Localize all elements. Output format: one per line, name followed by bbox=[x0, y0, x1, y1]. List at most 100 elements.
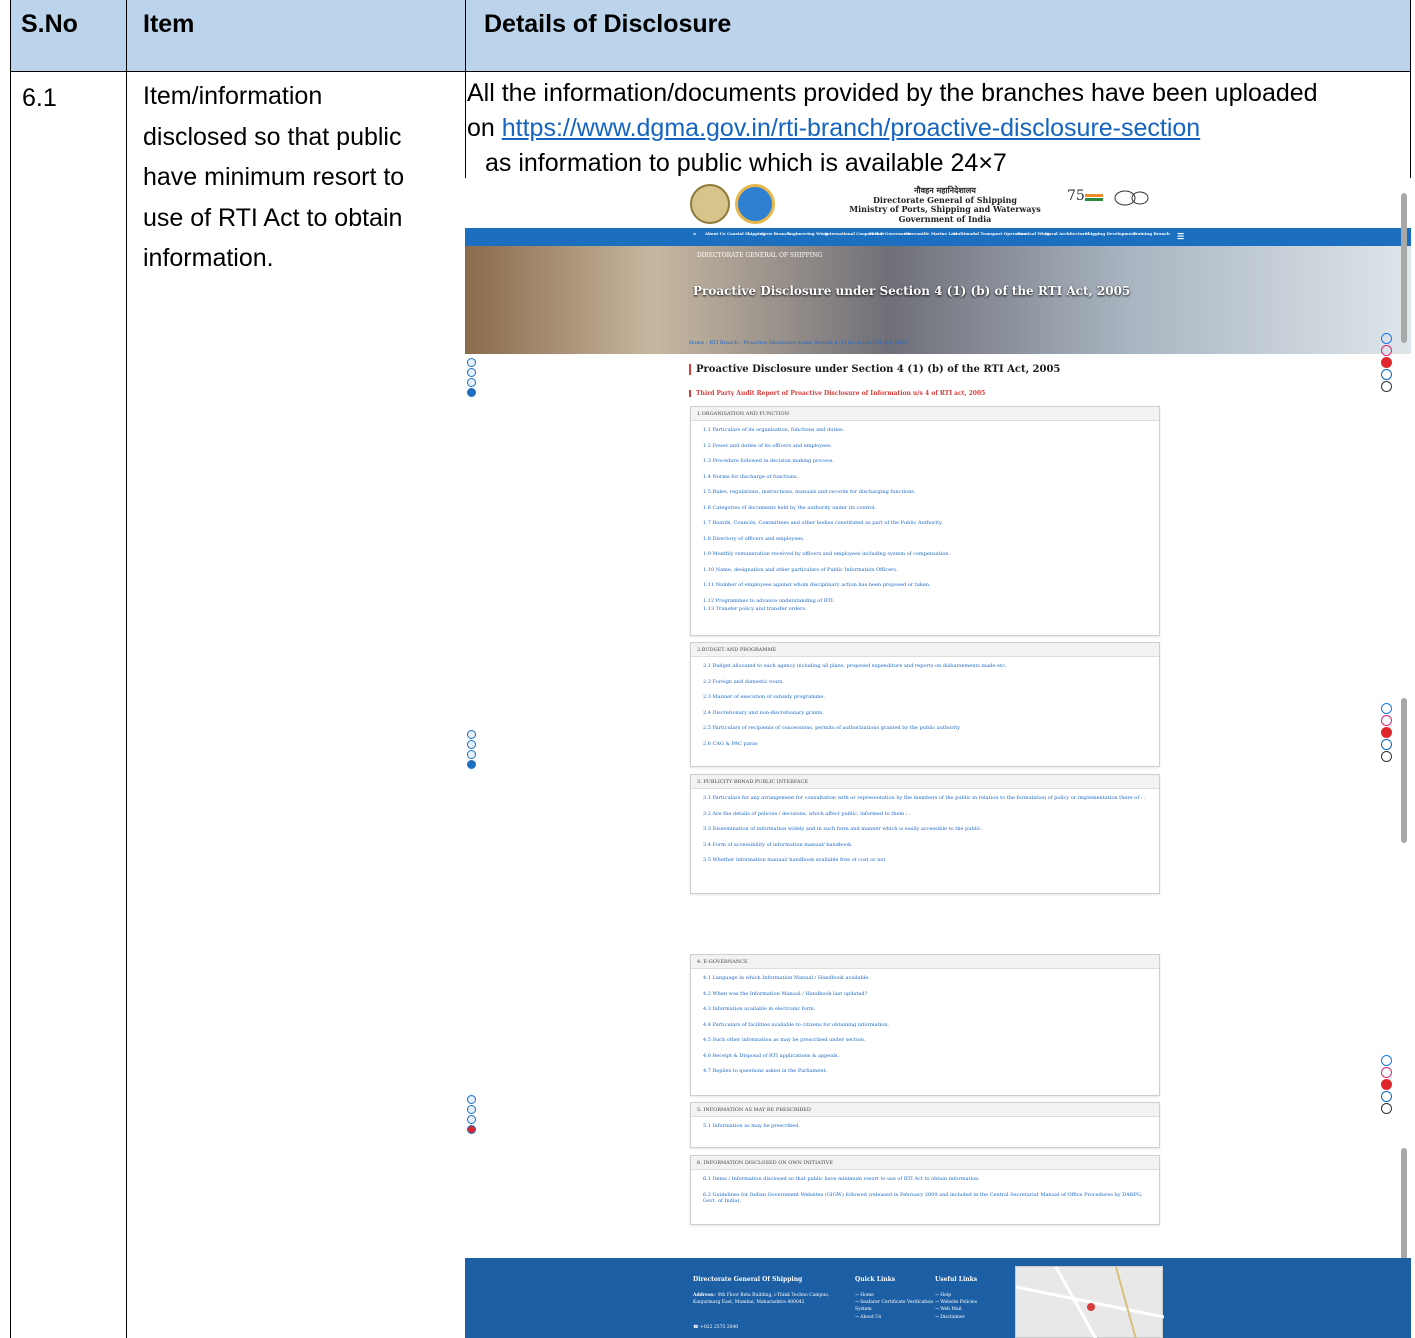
globe-icon[interactable] bbox=[467, 1115, 476, 1124]
instagram-icon[interactable] bbox=[1381, 715, 1392, 726]
linkedin-icon[interactable] bbox=[1381, 1091, 1392, 1102]
disclosure-link[interactable]: 2.5 Particulars of recipients of concess… bbox=[703, 725, 1147, 732]
disclosure-link[interactable]: 1.11 Number of employees against whom di… bbox=[703, 582, 1147, 589]
disclosure-link[interactable]: 2.1 Budget allocated to each agency incl… bbox=[703, 663, 1147, 670]
globe-icon[interactable] bbox=[467, 750, 476, 759]
facebook-icon[interactable] bbox=[1381, 703, 1392, 714]
scrollbar-thumb[interactable] bbox=[1401, 698, 1407, 843]
disclosure-link[interactable]: 3.1 Particulars for any arrangement for … bbox=[703, 795, 1147, 802]
disclosure-link[interactable]: 4.4 Particulars of facilities available … bbox=[703, 1022, 1147, 1029]
nav-item[interactable]: Shipping Development bbox=[1085, 231, 1136, 236]
x-icon[interactable] bbox=[1381, 381, 1392, 392]
disclosure-link[interactable]: 1.1 Particulars of its organisation, fun… bbox=[703, 427, 1147, 434]
section-egovernance: 4. E-GOVERNANCE 4.1 Language in which In… bbox=[690, 954, 1160, 1096]
footer-link[interactable]: → Help bbox=[935, 1292, 977, 1299]
disclosure-link[interactable]: 3.3 Dissemination of information widely … bbox=[703, 826, 1147, 833]
facebook-icon[interactable] bbox=[1381, 1055, 1392, 1066]
facebook-icon[interactable] bbox=[1381, 333, 1392, 344]
disclosure-link[interactable]: 1.12 Programmes to advance understanding… bbox=[703, 598, 1147, 605]
contrast-icon[interactable] bbox=[467, 388, 476, 397]
disclosure-link[interactable]: 5.1 Information as may be prescribed. bbox=[703, 1123, 1147, 1130]
disclosure-link[interactable]: 1.2 Power and duties of its officers and… bbox=[703, 443, 1147, 450]
contrast-icon[interactable] bbox=[467, 1125, 476, 1134]
disclosure-link[interactable]: 3.2 Are the details of policies / decisi… bbox=[703, 811, 1147, 818]
disclosure-link[interactable]: 2.4 Discretionary and non-discretionary … bbox=[703, 710, 1147, 717]
detail-line-1: All the information/documents provided b… bbox=[467, 79, 1318, 107]
disclosure-link[interactable]: 1.7 Boards, Councils, Committees and oth… bbox=[703, 520, 1147, 527]
disclosure-link[interactable]: 4.5 Such other information as may be pre… bbox=[703, 1037, 1147, 1044]
audit-report-link[interactable]: Third Party Audit Report of Proactive Di… bbox=[689, 390, 985, 397]
scrollbar-thumb[interactable] bbox=[1401, 193, 1407, 343]
disclosure-link[interactable]: 2.2 Foreign and domestic tours. bbox=[703, 679, 1147, 686]
nav-item[interactable]: Coastal Shipping bbox=[727, 231, 765, 236]
nav-item[interactable]: Mercantile Marine Law bbox=[905, 231, 957, 236]
footer-link[interactable]: → Disclaimer bbox=[935, 1314, 977, 1321]
section-own-initiative: 6. INFORMATION DISCLOSED ON OWN INITIATI… bbox=[690, 1155, 1160, 1225]
header-sno: S.No bbox=[21, 10, 78, 38]
section-prescribed: 5. INFORMATION AS MAY BE PRESCRIBED 5.1 … bbox=[690, 1102, 1160, 1148]
globe-icon[interactable] bbox=[467, 378, 476, 387]
nav-item[interactable]: Multimodal Transport Operation bbox=[953, 231, 1026, 236]
linkedin-icon[interactable] bbox=[1381, 739, 1392, 750]
disclosure-link[interactable]: 1.4 Norms for discharge of functions. bbox=[703, 474, 1147, 481]
disclosure-link[interactable]: 1.5 Rules, regulations, instructions, ma… bbox=[703, 489, 1147, 496]
eye-icon[interactable] bbox=[467, 1105, 476, 1114]
youtube-icon[interactable] bbox=[1381, 1079, 1392, 1090]
page-title: Proactive Disclosure under Section 4 (1)… bbox=[689, 364, 1060, 375]
disclosure-link[interactable]: 4.7 Replies to questions asked in the Pa… bbox=[703, 1068, 1147, 1075]
disclosure-link[interactable]: 4.2 When was the Information Manual / Ha… bbox=[703, 991, 1147, 998]
youtube-icon[interactable] bbox=[1381, 727, 1392, 738]
home-icon[interactable]: ⌂ bbox=[693, 231, 696, 236]
breadcrumb[interactable]: Home › RTI Branch › Proactive Disclosure… bbox=[689, 340, 908, 346]
disclosure-link[interactable]: 1.6 Categories of documents held by the … bbox=[703, 505, 1147, 512]
location-map[interactable] bbox=[1015, 1266, 1165, 1338]
disclosure-link[interactable]: 1.3 Procedure followed in decision makin… bbox=[703, 458, 1147, 465]
site-banner-image: DIRECTORATE GENERAL OF SHIPPING bbox=[465, 246, 1411, 354]
disclosure-link[interactable]: 3.4 Form of accessibility of information… bbox=[703, 842, 1147, 849]
accessibility-icon[interactable] bbox=[467, 730, 476, 739]
disclosure-link[interactable]: 4.3 Information available in electronic … bbox=[703, 1006, 1147, 1013]
section-title: 4. E-GOVERNANCE bbox=[691, 955, 1159, 969]
disclosure-link[interactable]: 4.1 Language in which Information Manual… bbox=[703, 975, 1147, 982]
disclosure-link[interactable]: 1.8 Directory of officers and employees. bbox=[703, 536, 1147, 543]
accessibility-icon[interactable] bbox=[467, 358, 476, 367]
footer-link[interactable]: → Seafarer Certificate Verification Syst… bbox=[855, 1299, 935, 1313]
disclosure-link[interactable]: 2.6 CAG & PAC paras bbox=[703, 741, 1147, 748]
instagram-icon[interactable] bbox=[1381, 345, 1392, 356]
menu-icon[interactable]: ☰ bbox=[1177, 231, 1184, 241]
footer-link[interactable]: → Web Mail bbox=[935, 1306, 977, 1313]
scrollbar-thumb[interactable] bbox=[1401, 1148, 1407, 1263]
youtube-icon[interactable] bbox=[1381, 357, 1392, 368]
footer-phone: ☎ +022 2575 2040 bbox=[693, 1325, 739, 1330]
nav-item[interactable]: About Us bbox=[705, 231, 725, 236]
footer-quick-title: Quick Links bbox=[855, 1276, 896, 1283]
x-icon[interactable] bbox=[1381, 1103, 1392, 1114]
instagram-icon[interactable] bbox=[1381, 1067, 1392, 1078]
disclosure-link[interactable]: 1.13 Transfer policy and transfer orders… bbox=[703, 606, 1147, 613]
disclosure-link[interactable]: 3.5 Whether information manual/ handbook… bbox=[703, 857, 1147, 864]
proactive-disclosure-link[interactable]: https://www.dgma.gov.in/rti-branch/proac… bbox=[502, 114, 1200, 142]
disclosure-link[interactable]: 2.3 Manner of execution of subsidy progr… bbox=[703, 694, 1147, 701]
item-line: use of RTI Act to obtain bbox=[143, 203, 403, 232]
nav-item[interactable]: Engineering Wing bbox=[787, 231, 828, 236]
footer-quick-links: → Home → Seafarer Certificate Verificati… bbox=[855, 1292, 935, 1321]
disclosure-link[interactable]: 6.2 Guidelines for Indian Government Web… bbox=[703, 1192, 1147, 1205]
disclosure-link[interactable]: 4.6 Receipt & Disposal of RTI applicatio… bbox=[703, 1053, 1147, 1060]
disclosure-link[interactable]: 1.9 Monthly remuneration received by off… bbox=[703, 551, 1147, 558]
disclosure-link[interactable]: 1.10 Name, designation and other particu… bbox=[703, 567, 1147, 574]
nav-item[interactable]: Naval Architecture bbox=[1045, 231, 1087, 236]
footer-address: Address:- 9th Floor Beta Building, i-Thi… bbox=[693, 1293, 830, 1306]
nav-item[interactable]: Training Branch bbox=[1133, 231, 1170, 236]
linkedin-icon[interactable] bbox=[1381, 369, 1392, 380]
eye-icon[interactable] bbox=[467, 368, 476, 377]
x-icon[interactable] bbox=[1381, 751, 1392, 762]
nav-item[interactable]: Crew Branch bbox=[761, 231, 790, 236]
footer-link[interactable]: → Website Policies bbox=[935, 1299, 977, 1306]
eye-icon[interactable] bbox=[467, 740, 476, 749]
accessibility-icon[interactable] bbox=[467, 1095, 476, 1104]
footer-link[interactable]: → About Us bbox=[855, 1314, 935, 1321]
contrast-icon[interactable] bbox=[467, 760, 476, 769]
footer-link[interactable]: → Home bbox=[855, 1292, 935, 1299]
site-org-name: नौवहन महानिदेशालय Directorate General of… bbox=[849, 185, 1041, 224]
disclosure-link[interactable]: 6.1 Items / Information disclosed so tha… bbox=[703, 1176, 1147, 1183]
